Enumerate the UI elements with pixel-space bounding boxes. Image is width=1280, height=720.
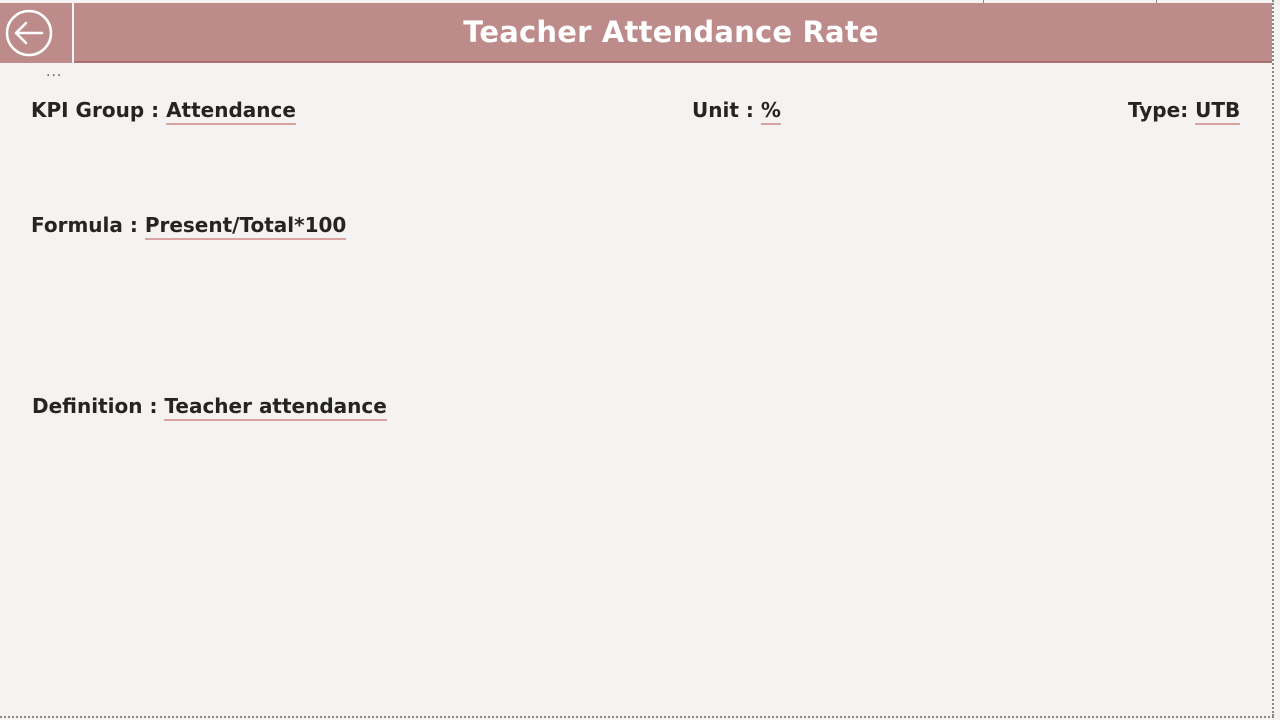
formula-field: Formula : Present/Total*100 xyxy=(31,213,347,240)
definition-value: Teacher attendance xyxy=(164,394,387,421)
kpi-group-label: KPI Group : xyxy=(31,98,167,122)
unit-field: Unit : % xyxy=(692,98,781,125)
definition-label: Definition : xyxy=(32,394,165,418)
definition-field: Definition : Teacher attendance xyxy=(32,394,387,421)
more-options-icon[interactable]: ... xyxy=(46,64,62,80)
kpi-group-value: Attendance xyxy=(166,98,296,125)
back-button[interactable] xyxy=(0,3,72,63)
formula-label: Formula : xyxy=(31,213,145,237)
formula-value: Present/Total*100 xyxy=(144,213,347,240)
page-edge-right xyxy=(1272,0,1274,716)
type-field: Type: UTB xyxy=(1128,98,1241,125)
type-label: Type: xyxy=(1128,98,1196,122)
unit-value: % xyxy=(760,98,781,125)
page-edge-bottom xyxy=(0,716,1274,718)
type-value: UTB xyxy=(1195,98,1241,125)
page-title: Teacher Attendance Rate xyxy=(463,15,879,49)
kpi-definition-page: Teacher Attendance Rate ... KPI Group : … xyxy=(0,0,1280,720)
kpi-group-field: KPI Group : Attendance xyxy=(31,98,296,125)
title-bar: Teacher Attendance Rate xyxy=(74,3,1272,63)
unit-label: Unit : xyxy=(692,98,761,122)
